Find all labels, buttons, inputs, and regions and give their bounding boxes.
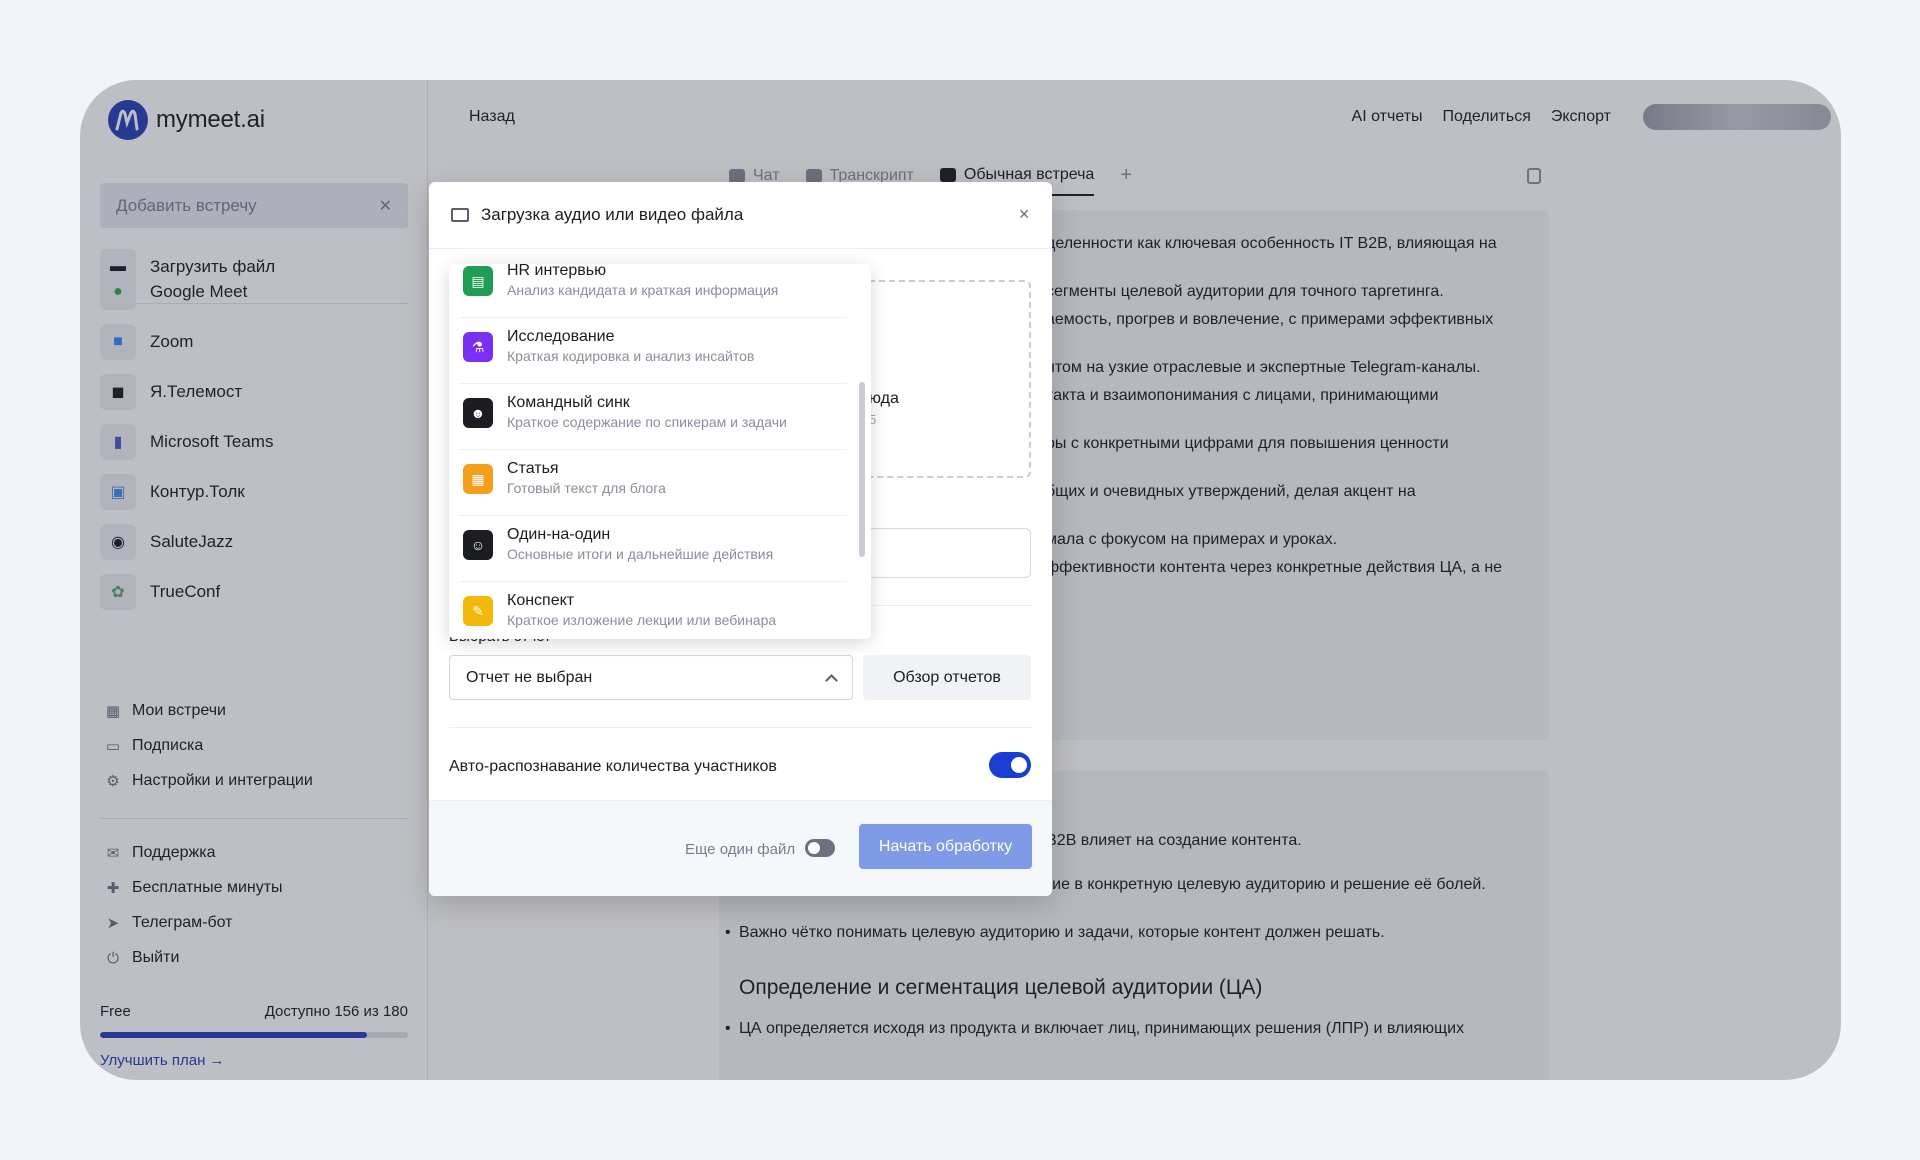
dropzone-text: юда	[869, 390, 899, 407]
template-description: Краткое содержание по спикерам и задачи	[507, 414, 787, 430]
divider	[449, 727, 1032, 728]
auto-detect-toggle[interactable]	[989, 752, 1031, 778]
report-select-value: Отчет не выбран	[466, 668, 593, 686]
template-option[interactable]: ▦ Статья Готовый текст для блога	[459, 450, 847, 516]
report-select[interactable]: Отчет не выбран	[449, 655, 853, 700]
auto-detect-label: Авто-распознавание количества участников	[449, 758, 777, 775]
template-option[interactable]: ⚗ Исследование Краткая кодировка и анализ …	[459, 318, 847, 384]
flask-icon: ⚗	[463, 332, 493, 362]
modal-header: Загрузка аудио или видео файла	[429, 182, 1052, 249]
template-option[interactable]: ▤ HR интервью Анализ кандидата и краткая и…	[459, 264, 847, 318]
template-title: Исследование	[507, 328, 615, 345]
team-icon: ☻	[463, 398, 493, 428]
close-icon[interactable]: ✕	[1018, 206, 1030, 223]
meeting-name-input[interactable]	[869, 528, 1031, 578]
modal-title: Загрузка аудио или видео файла	[481, 205, 744, 224]
pair-icon: ☺	[463, 530, 493, 560]
template-title: Один-на-один	[507, 526, 611, 543]
id-card-icon: ▤	[463, 266, 493, 296]
template-title: Конспект	[507, 592, 575, 609]
overview-reports-button[interactable]: Обзор отчетов	[863, 655, 1031, 700]
template-option[interactable]: ✎ Конспект Краткое изложение лекции или ве…	[459, 582, 847, 639]
modal-footer: Еще один файл Начать обработку	[429, 800, 1052, 896]
start-processing-button[interactable]: Начать обработку	[859, 824, 1032, 869]
template-description: Краткая кодировка и анализ инсайтов	[507, 348, 755, 364]
template-description: Анализ кандидата и краткая информация	[507, 282, 779, 298]
template-description: Краткое изложение лекции или вебинара	[507, 612, 777, 628]
file-dropzone[interactable]	[869, 280, 1031, 478]
graduation-icon: ✎	[463, 596, 493, 626]
template-title: Командный синк	[507, 394, 630, 411]
upload-box-icon	[451, 208, 469, 222]
article-icon: ▦	[463, 464, 493, 494]
template-description: Готовый текст для блога	[507, 480, 666, 496]
template-description: Основные итоги и дальнейшие действия	[507, 546, 774, 562]
upload-modal: Загрузка аудио или видео файла ✕ юда 5 В…	[429, 182, 1052, 896]
template-option[interactable]: ☻ Командный синк Краткое содержание по спи…	[459, 384, 847, 450]
chevron-up-icon	[825, 673, 838, 687]
report-template-dropdown: ▤ HR интервью Анализ кандидата и краткая и…	[449, 264, 871, 639]
another-file-label: Еще один файл	[685, 841, 796, 858]
template-title: HR интервью	[507, 264, 607, 279]
another-file-toggle[interactable]	[805, 839, 835, 857]
dropdown-scrollbar[interactable]	[859, 382, 865, 557]
app-window: mymeet.ai Добавить встречу ✕ ▬ Загрузить…	[80, 80, 1841, 1080]
template-title: Статья	[507, 460, 559, 477]
template-option[interactable]: ☺ Один-на-один Основные итоги и дальнейшие…	[459, 516, 847, 582]
